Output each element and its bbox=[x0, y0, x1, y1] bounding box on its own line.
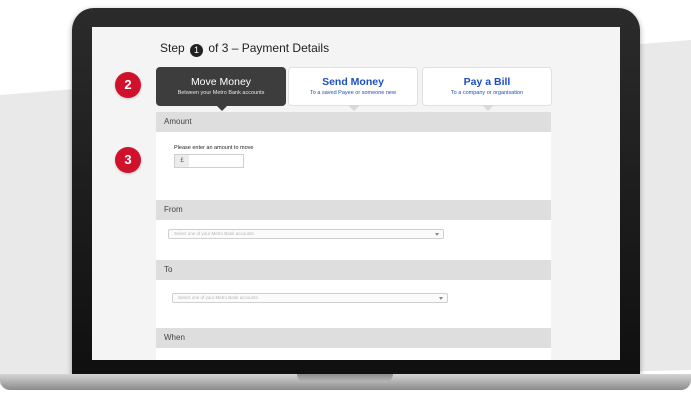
tab-caret-icon bbox=[482, 105, 494, 111]
tab-move-money[interactable]: Move Money Between your Metro Bank accou… bbox=[156, 67, 286, 111]
tab-title: Send Money bbox=[322, 76, 384, 88]
tab-title: Pay a Bill bbox=[463, 76, 511, 88]
to-section: Select one of your Metro Bank accounts bbox=[156, 280, 551, 328]
amount-section: Please enter an amount to move £ bbox=[156, 132, 551, 200]
amount-prompt: Please enter an amount to move bbox=[174, 145, 254, 151]
chevron-down-icon bbox=[439, 297, 443, 300]
select-placeholder: Select one of your Metro Bank accounts bbox=[178, 295, 258, 300]
to-section-header: To bbox=[156, 260, 551, 280]
callout-badge-3: 3 bbox=[115, 147, 141, 173]
tab-subtitle: To a saved Payee or someone new bbox=[310, 90, 396, 96]
step-prefix: Step bbox=[160, 41, 185, 55]
tab-caret-icon bbox=[216, 105, 228, 111]
from-section-header: From bbox=[156, 200, 551, 220]
tab-pay-a-bill[interactable]: Pay a Bill To a company or organisation bbox=[422, 67, 552, 111]
tab-send-money[interactable]: Send Money To a saved Payee or someone n… bbox=[288, 67, 418, 111]
from-section: Select one of your Metro Bank accounts bbox=[156, 220, 551, 260]
select-placeholder: Select one of your Metro Bank accounts bbox=[174, 231, 254, 236]
tab-caret-icon bbox=[348, 105, 360, 111]
step-suffix: of 3 – Payment Details bbox=[208, 41, 330, 55]
callout-badge-2: 2 bbox=[115, 72, 141, 98]
chevron-down-icon bbox=[435, 233, 439, 236]
tab-subtitle: To a company or organisation bbox=[450, 90, 524, 96]
tab-subtitle: Between your Metro Bank accounts bbox=[177, 90, 265, 96]
laptop-notch bbox=[297, 374, 393, 382]
tab-title: Move Money bbox=[190, 76, 252, 88]
to-account-select[interactable]: Select one of your Metro Bank accounts bbox=[172, 293, 448, 303]
amount-input[interactable]: £ bbox=[174, 154, 244, 168]
when-section-header: When bbox=[156, 328, 551, 348]
step-heading: Step 1 of 3 – Payment Details bbox=[160, 41, 329, 57]
currency-symbol: £ bbox=[175, 155, 189, 167]
from-account-select[interactable]: Select one of your Metro Bank accounts bbox=[168, 229, 444, 239]
step-number-badge: 1 bbox=[190, 44, 204, 57]
when-section bbox=[156, 348, 551, 360]
laptop-screen: Step 1 of 3 – Payment Details Move Money… bbox=[92, 27, 620, 360]
amount-section-header: Amount bbox=[156, 112, 551, 132]
